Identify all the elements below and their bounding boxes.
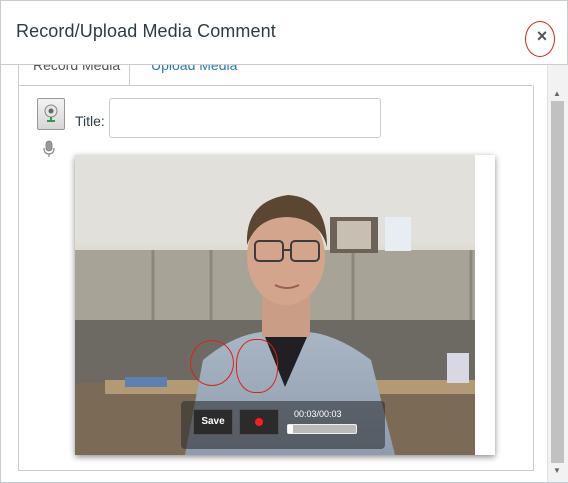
vertical-scrollbar[interactable]: ▲ ▼ (547, 65, 568, 482)
dialog-header: Record/Upload Media Comment × (1, 1, 567, 65)
media-comment-dialog: Record/Upload Media Comment × Record Med… (0, 0, 568, 483)
record-icon (255, 418, 263, 426)
scroll-up-icon[interactable]: ▲ (553, 89, 561, 98)
tab-upload-media[interactable]: Upload Media (151, 65, 237, 85)
webcam-icon (44, 104, 58, 122)
save-button[interactable]: Save (193, 409, 233, 435)
scrollbar-thumb[interactable] (551, 101, 564, 463)
annotation-circle-record (236, 339, 278, 393)
tab-bar: Record Media Upload Media (18, 65, 532, 86)
recorder-controls: Save 00:03/00:03 (181, 401, 385, 449)
record-media-panel: Title: Save 00:03/00:03 (18, 85, 534, 471)
record-button[interactable] (239, 409, 279, 435)
scroll-down-icon[interactable]: ▼ (553, 466, 561, 475)
tab-record-media[interactable]: Record Media (18, 65, 130, 85)
webcam-preview: Save 00:03/00:03 (75, 155, 495, 455)
microphone-icon (43, 140, 55, 157)
annotation-circle-close (525, 21, 555, 57)
microphone-select-button[interactable] (42, 140, 56, 158)
title-label: Title: (75, 113, 105, 129)
dialog-body: Record Media Upload Media Title: Save 00… (1, 65, 547, 482)
camera-select-button[interactable] (37, 98, 65, 130)
recording-time: 00:03/00:03 (294, 409, 342, 419)
recording-progress-bar[interactable] (287, 424, 357, 434)
title-input[interactable] (109, 98, 381, 138)
dialog-title: Record/Upload Media Comment (16, 21, 276, 41)
recording-progress-fill (288, 425, 294, 433)
annotation-circle-save (190, 340, 234, 386)
